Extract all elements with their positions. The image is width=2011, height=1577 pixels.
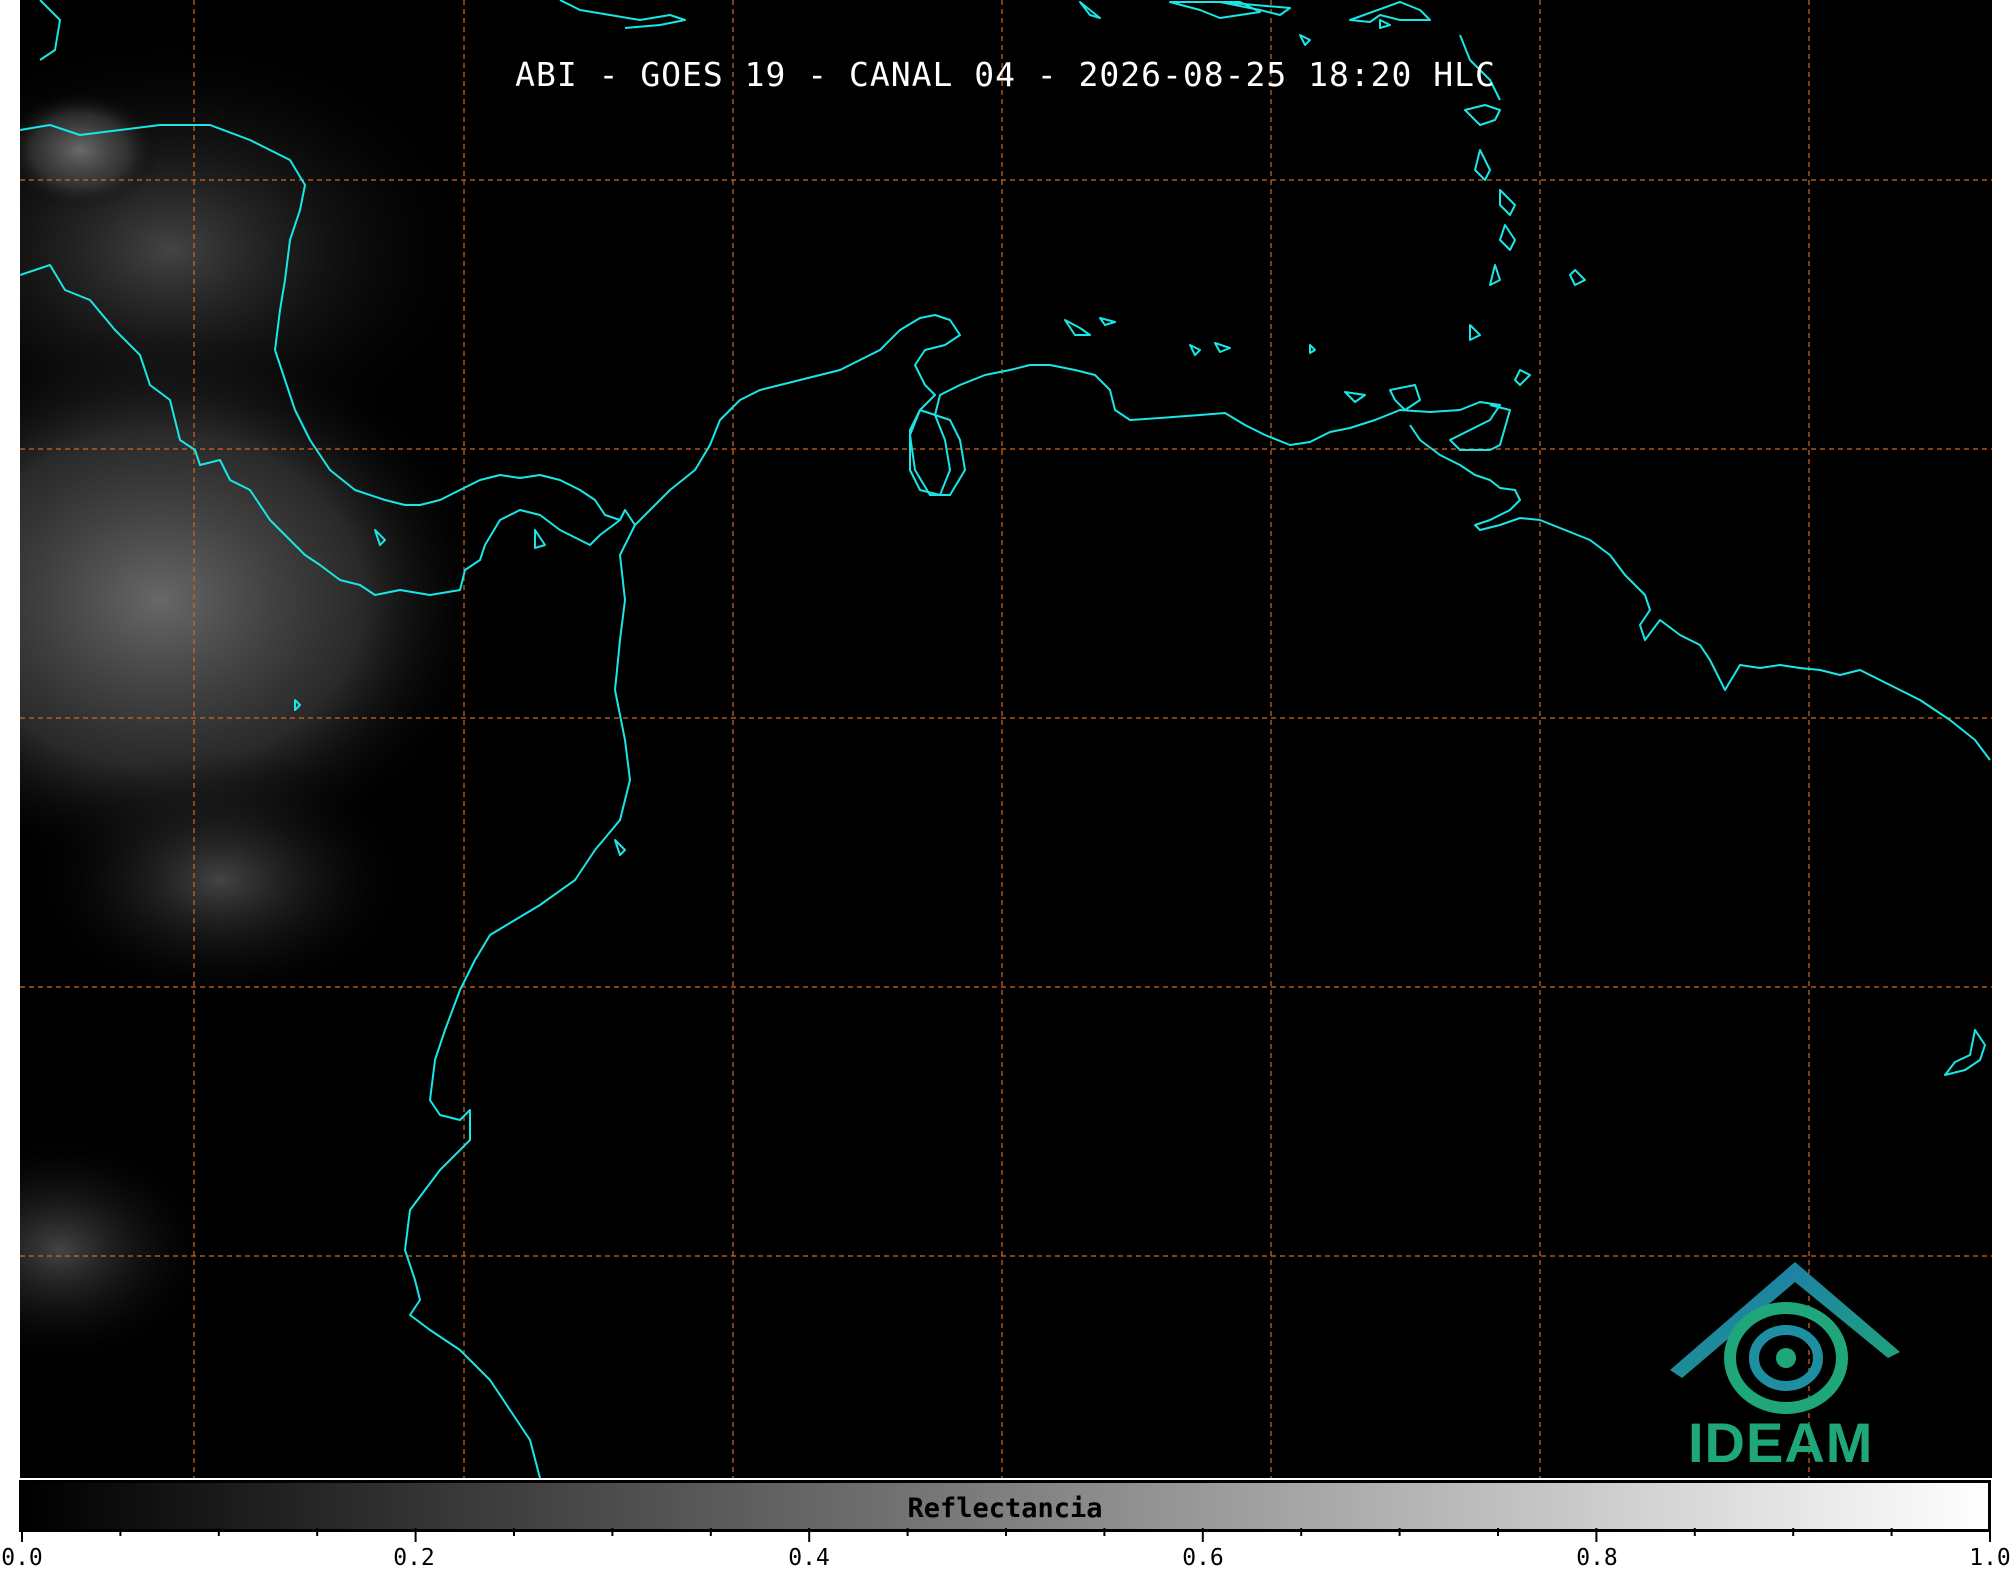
satellite-map (20, 0, 1992, 1478)
map-canvas (20, 0, 1992, 1478)
colorbar: Reflectancia (19, 1480, 1991, 1532)
ideam-logo-text: IDEAM (1688, 1411, 1874, 1474)
tick-label-4: 0.8 (1576, 1545, 1618, 1571)
tick-label-1: 0.2 (393, 1545, 435, 1571)
map-title: ABI - GOES 19 - CANAL 04 - 2026-08-25 18… (515, 55, 1496, 94)
tick-label-2: 0.4 (788, 1545, 830, 1571)
ideam-logo-icon (1670, 1262, 1900, 1414)
colorbar-label: Reflectancia (907, 1493, 1103, 1524)
colorbar-ticks (21, 1528, 1991, 1542)
tick-label-3: 0.6 (1182, 1545, 1224, 1571)
cloud-cover (20, 20, 500, 1370)
tick-label-0: 0.0 (1, 1545, 43, 1571)
tick-label-5: 1.0 (1969, 1545, 2011, 1571)
